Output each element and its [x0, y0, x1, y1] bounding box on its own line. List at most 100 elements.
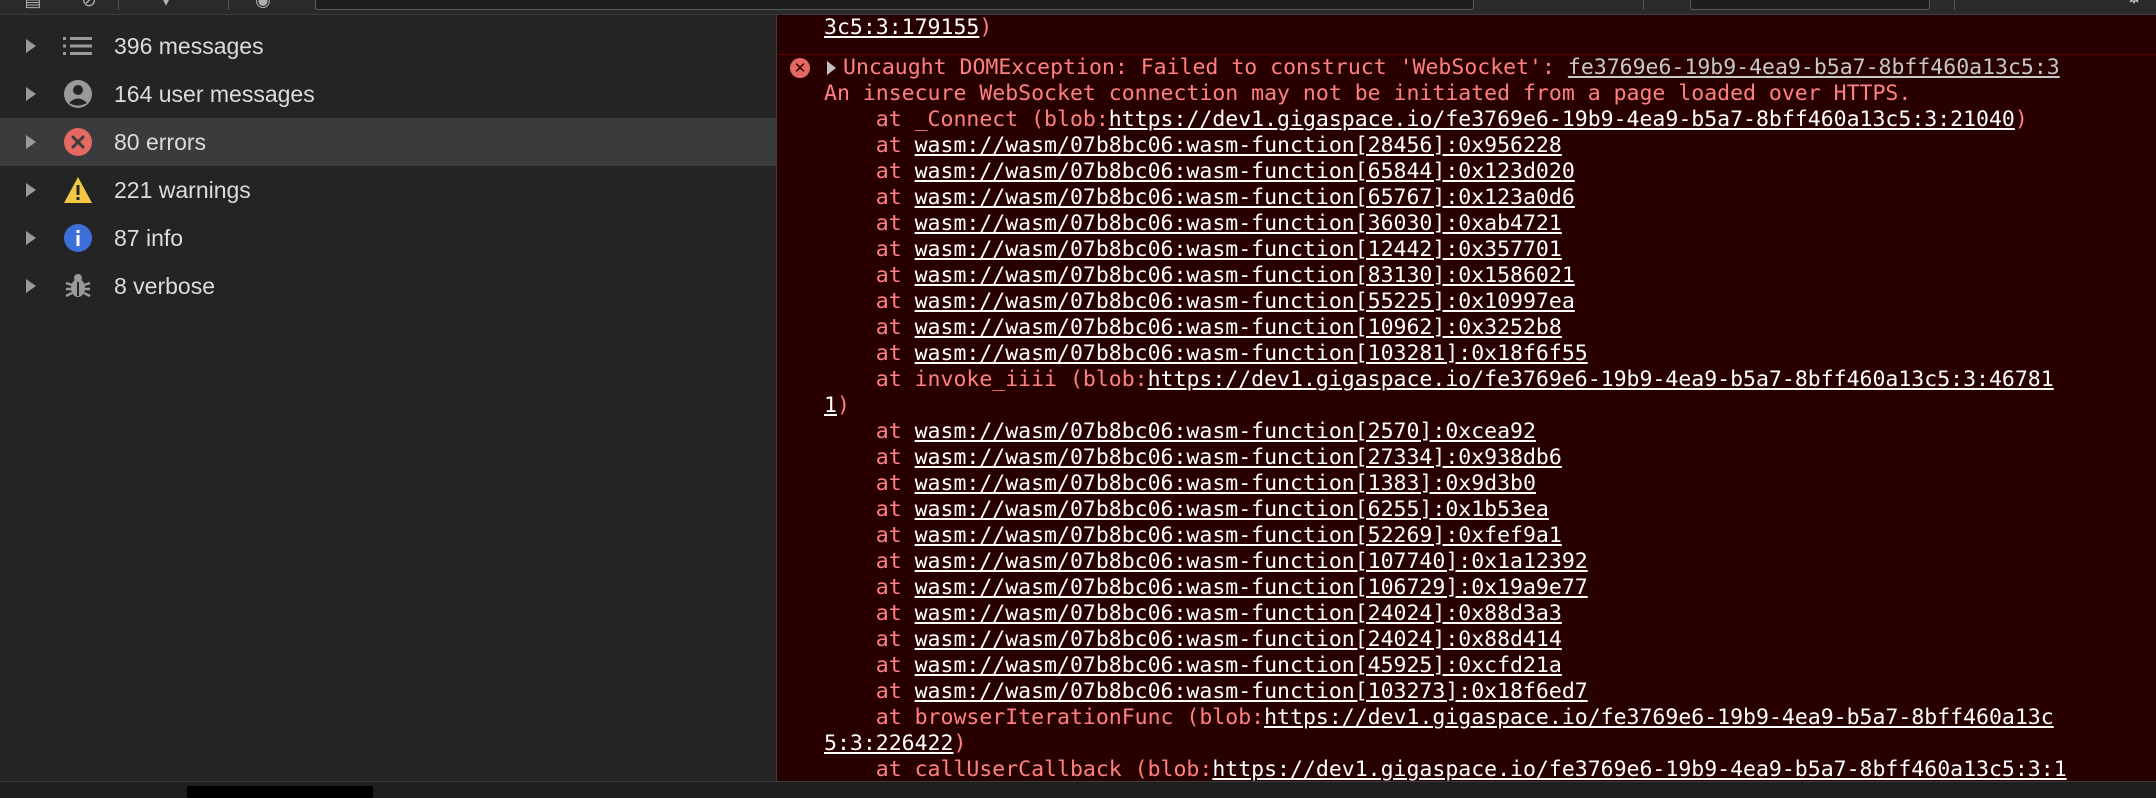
sidebar-toggle-icon[interactable]: ▤ — [22, 0, 44, 10]
expand-arrow-icon[interactable] — [827, 61, 836, 75]
stack-frame: at wasm://wasm/07b8bc06:wasm-function[52… — [824, 523, 1562, 548]
expand-arrow-icon[interactable] — [26, 135, 36, 149]
stack-link[interactable]: wasm://wasm/07b8bc06:wasm-function[65767… — [915, 185, 1575, 210]
stack-frame: at wasm://wasm/07b8bc06:wasm-function[65… — [824, 185, 1575, 210]
settings-gear-icon[interactable]: ⚙ — [2126, 0, 2142, 6]
stack-frame: at wasm://wasm/07b8bc06:wasm-function[10… — [824, 341, 1588, 366]
sidebar-item-label: 396 messages — [114, 32, 264, 59]
stack-link[interactable]: wasm://wasm/07b8bc06:wasm-function[45925… — [915, 653, 1562, 678]
expand-arrow-icon[interactable] — [26, 231, 36, 245]
clear-console-icon[interactable]: ⊘ — [78, 0, 100, 10]
stack-link[interactable]: https://dev1.gigaspace.io/fe3769e6-19b9-… — [1212, 757, 2066, 781]
stack-frame: at browserIterationFunc (blob:https://de… — [824, 705, 2054, 730]
sidebar-item-info[interactable]: 87 info — [0, 214, 776, 262]
expand-arrow-icon[interactable] — [26, 87, 36, 101]
console-line: 3c5:3:179155) — [824, 15, 993, 40]
stack-frame: at invoke_iiii (blob:https://dev1.gigasp… — [824, 367, 2054, 392]
stack-link[interactable]: https://dev1.gigaspace.io/fe3769e6-19b9-… — [1109, 107, 2015, 132]
stack-link[interactable]: 1 — [824, 393, 837, 418]
stack-link[interactable]: 5:3:226422 — [824, 731, 953, 756]
stack-frame-wrap: 5:3:226422) — [824, 731, 967, 756]
error-header: Uncaught DOMException: Failed to constru… — [843, 55, 2060, 80]
stack-frame: at wasm://wasm/07b8bc06:wasm-function[24… — [824, 601, 1562, 626]
stack-frame: at wasm://wasm/07b8bc06:wasm-function[10… — [824, 679, 1588, 704]
sidebar-item-label: 80 errors — [114, 128, 207, 155]
error-message: An insecure WebSocket connection may not… — [824, 81, 1912, 106]
source-link[interactable]: fe3769e6-19b9-4ea9-b5a7-8bff460a13c5:3 — [1568, 55, 2060, 80]
stack-frame: at wasm://wasm/07b8bc06:wasm-function[13… — [824, 471, 1536, 496]
console-sidebar: 396 messages 164 user messages 80 errors… — [0, 15, 777, 781]
stack-link[interactable]: wasm://wasm/07b8bc06:wasm-function[52269… — [915, 523, 1562, 548]
stack-link[interactable]: wasm://wasm/07b8bc06:wasm-function[12442… — [915, 237, 1562, 262]
toolbar-separator — [228, 0, 229, 10]
stack-frame: at callUserCallback (blob:https://dev1.g… — [824, 757, 2067, 781]
stack-link[interactable]: https://dev1.gigaspace.io/fe3769e6-19b9-… — [1264, 705, 2054, 730]
sidebar-item-label: 221 warnings — [114, 176, 251, 203]
stack-frame: at wasm://wasm/07b8bc06:wasm-function[10… — [824, 315, 1562, 340]
sidebar-item-user-messages[interactable]: 164 user messages — [0, 70, 776, 118]
stack-link[interactable]: wasm://wasm/07b8bc06:wasm-function[10672… — [915, 575, 1588, 600]
sidebar-item-warnings[interactable]: 221 warnings — [0, 166, 776, 214]
stack-frame: at wasm://wasm/07b8bc06:wasm-function[55… — [824, 289, 1575, 314]
stack-link[interactable]: wasm://wasm/07b8bc06:wasm-function[10327… — [915, 679, 1588, 704]
list-icon — [62, 30, 94, 62]
stack-link[interactable]: wasm://wasm/07b8bc06:wasm-function[10328… — [915, 341, 1588, 366]
sidebar-item-verbose[interactable]: 8 verbose — [0, 262, 776, 310]
sidebar-item-label: 87 info — [114, 224, 184, 251]
filter-input[interactable] — [315, 0, 1474, 10]
sidebar-item-errors[interactable]: 80 errors — [0, 118, 776, 166]
stack-frame: at wasm://wasm/07b8bc06:wasm-function[65… — [824, 159, 1575, 184]
console-bottom-strip — [0, 781, 2156, 798]
stack-frame: at wasm://wasm/07b8bc06:wasm-function[83… — [824, 263, 1575, 288]
stack-frame: at wasm://wasm/07b8bc06:wasm-function[24… — [824, 627, 1562, 652]
stack-frame: at wasm://wasm/07b8bc06:wasm-function[45… — [824, 653, 1562, 678]
toolbar-separator — [1954, 0, 1955, 10]
toolbar-separator — [118, 0, 119, 10]
stack-link[interactable]: wasm://wasm/07b8bc06:wasm-function[2570]… — [915, 419, 1536, 444]
context-selector-icon[interactable]: ▾ — [155, 0, 177, 10]
stack-frame: at wasm://wasm/07b8bc06:wasm-function[62… — [824, 497, 1549, 522]
stack-link[interactable]: wasm://wasm/07b8bc06:wasm-function[27334… — [915, 445, 1562, 470]
stack-link[interactable]: wasm://wasm/07b8bc06:wasm-function[65844… — [915, 159, 1575, 184]
live-expression-eye-icon[interactable]: ◉ — [252, 0, 274, 10]
stack-link[interactable]: wasm://wasm/07b8bc06:wasm-function[10774… — [915, 549, 1588, 574]
stack-frame: at wasm://wasm/07b8bc06:wasm-function[28… — [824, 133, 1562, 158]
stack-link[interactable]: wasm://wasm/07b8bc06:wasm-function[28456… — [915, 133, 1562, 158]
stack-link[interactable]: wasm://wasm/07b8bc06:wasm-function[6255]… — [915, 497, 1549, 522]
devtools-console: ▤ ⊘ ▾ ◉ ⚙ 396 messages — [0, 0, 2156, 798]
stack-link[interactable]: wasm://wasm/07b8bc06:wasm-function[1383]… — [915, 471, 1536, 496]
error-icon: ✕ — [790, 58, 810, 78]
stack-frame: at wasm://wasm/07b8bc06:wasm-function[36… — [824, 211, 1562, 236]
expand-arrow-icon[interactable] — [26, 279, 36, 293]
console-toolbar: ▤ ⊘ ▾ ◉ ⚙ — [0, 0, 2156, 15]
console-output: 3c5:3:179155) ✕ Uncaught DOMException: F… — [777, 15, 2156, 781]
log-levels-dropdown[interactable] — [1690, 0, 1930, 10]
toolbar-separator — [1643, 0, 1644, 10]
sidebar-item-label: 164 user messages — [114, 80, 315, 107]
sidebar-item-messages[interactable]: 396 messages — [0, 22, 776, 70]
stack-link[interactable]: wasm://wasm/07b8bc06:wasm-function[55225… — [915, 289, 1575, 314]
info-icon — [62, 222, 94, 254]
stack-frame: at wasm://wasm/07b8bc06:wasm-function[10… — [824, 549, 1588, 574]
stack-link[interactable]: https://dev1.gigaspace.io/fe3769e6-19b9-… — [1148, 367, 2054, 392]
drawer-tab[interactable] — [187, 786, 373, 798]
error-icon — [62, 126, 94, 158]
stack-frame: at wasm://wasm/07b8bc06:wasm-function[10… — [824, 575, 1588, 600]
user-circle-icon — [62, 78, 94, 110]
stack-link[interactable]: wasm://wasm/07b8bc06:wasm-function[24024… — [915, 601, 1562, 626]
stack-link[interactable]: wasm://wasm/07b8bc06:wasm-function[83130… — [915, 263, 1575, 288]
expand-arrow-icon[interactable] — [26, 183, 36, 197]
stack-link[interactable]: wasm://wasm/07b8bc06:wasm-function[24024… — [915, 627, 1562, 652]
stack-link[interactable]: wasm://wasm/07b8bc06:wasm-function[10962… — [915, 315, 1562, 340]
expand-arrow-icon[interactable] — [26, 39, 36, 53]
warning-icon — [62, 174, 94, 206]
source-link[interactable]: 3c5:3:179155 — [824, 15, 979, 40]
stack-frame: at _Connect (blob:https://dev1.gigaspace… — [824, 107, 2028, 132]
stack-frame: at wasm://wasm/07b8bc06:wasm-function[27… — [824, 445, 1562, 470]
sidebar-item-label: 8 verbose — [114, 272, 216, 299]
bug-icon — [62, 270, 94, 302]
stack-frame-wrap: 1) — [824, 393, 850, 418]
stack-frame: at wasm://wasm/07b8bc06:wasm-function[12… — [824, 237, 1562, 262]
stack-frame: at wasm://wasm/07b8bc06:wasm-function[25… — [824, 419, 1536, 444]
stack-link[interactable]: wasm://wasm/07b8bc06:wasm-function[36030… — [915, 211, 1562, 236]
